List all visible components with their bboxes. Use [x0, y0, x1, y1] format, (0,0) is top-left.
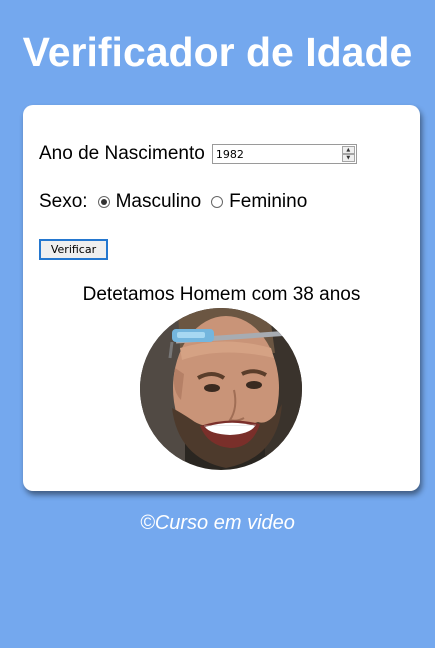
radio-masculino-label[interactable]: Masculino [116, 191, 202, 213]
radio-feminino-label[interactable]: Feminino [229, 191, 307, 213]
footer-credit: ©Curso em video [140, 512, 295, 534]
birth-year-row: Ano de Nascimento 1982 ▲ ▼ [39, 143, 357, 165]
radio-feminino[interactable] [211, 196, 224, 208]
man-portrait-icon [140, 308, 302, 470]
verify-button[interactable]: Verificar [39, 239, 108, 260]
increment-arrow-icon[interactable]: ▲ [341, 146, 355, 154]
year-stepper[interactable]: ▲ ▼ [341, 146, 355, 162]
page-title: Verificador de Idade [22, 29, 413, 75]
radio-masculino[interactable] [97, 196, 110, 208]
sex-row: Sexo: Masculino Feminino [39, 191, 307, 213]
result-text: Detetamos Homem com 38 anos [82, 284, 361, 305]
decrement-arrow-icon[interactable]: ▼ [341, 154, 355, 162]
birth-year-label: Ano de Nascimento [39, 143, 205, 164]
birth-year-value: 1982 [215, 147, 244, 161]
result-photo [140, 308, 302, 470]
birth-year-input[interactable]: 1982 ▲ ▼ [211, 144, 357, 164]
sex-label: Sexo: [39, 191, 88, 212]
form-card: Ano de Nascimento 1982 ▲ ▼ Sexo: Masculi… [23, 105, 420, 491]
